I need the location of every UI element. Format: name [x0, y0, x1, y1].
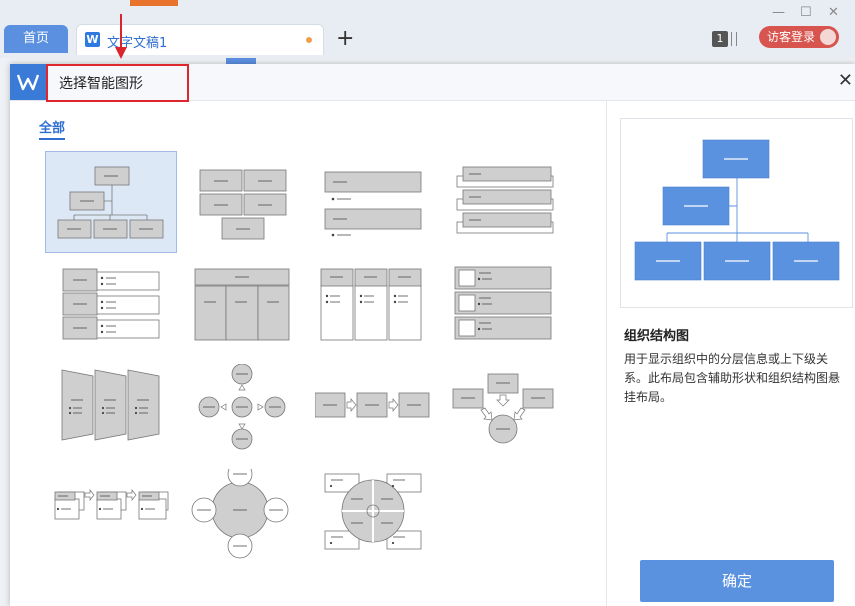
browser-tab-bar: 首页 W 文字文稿1 + 1 访客登录 — ☐ ✕ — [0, 0, 855, 58]
smartart-stacked-process[interactable] — [45, 469, 177, 571]
app-edge-decoration — [130, 0, 178, 6]
login-button[interactable]: 访客登录 — [759, 26, 839, 48]
category-all-tab[interactable]: 全部 — [39, 117, 66, 140]
preview-description: 用于显示组织中的分层信息或上下级关系。此布局包含辅助形状和组织结构图悬挂布局。 — [624, 352, 841, 404]
unsaved-dot-icon — [306, 37, 312, 43]
new-tab-button[interactable]: + — [336, 24, 354, 54]
smartart-table-hierarchy[interactable] — [185, 259, 317, 361]
smartart-grid-blocks[interactable] — [185, 151, 317, 253]
smartart-radial-arrows[interactable] — [185, 363, 317, 466]
avatar-icon — [820, 29, 836, 45]
smartart-vertical-bullet-list[interactable] — [315, 151, 447, 253]
preview-title: 组织结构图 — [624, 329, 690, 344]
smartart-converging-arrows[interactable] — [445, 364, 577, 466]
page-count-badge[interactable]: 1 — [712, 31, 728, 47]
tab-document[interactable]: W 文字文稿1 — [76, 24, 324, 55]
smartart-picture-list[interactable] — [445, 259, 577, 361]
preview-panel — [620, 118, 853, 308]
minimize-button[interactable]: — — [772, 6, 785, 20]
smartart-org-chart[interactable] — [45, 151, 177, 253]
annotation-highlight-box — [46, 64, 189, 102]
smartart-stacked-list[interactable] — [445, 151, 577, 253]
ok-button[interactable]: 确定 — [640, 560, 834, 602]
wps-logo-icon — [10, 64, 46, 100]
annotation-arrow-line — [120, 14, 122, 50]
maximize-button[interactable]: ☐ — [800, 6, 812, 20]
bars-icon[interactable] — [731, 32, 737, 46]
smartart-vertical-box-list[interactable] — [315, 259, 447, 361]
tab-home[interactable]: 首页 — [4, 25, 68, 53]
smartart-dialog: 选择智能图形 ✕ 全部 组织结构图 用于显示组织中的分层信息或上下级关系。此布局… — [10, 64, 855, 606]
smartart-radial-cluster[interactable] — [185, 461, 317, 571]
annotation-arrow-icon — [115, 47, 127, 59]
smartart-cycle-matrix[interactable] — [315, 469, 447, 571]
login-label: 访客登录 — [767, 30, 816, 44]
smartart-process-flow[interactable] — [314, 364, 447, 466]
smartart-horizontal-bullet-list[interactable] — [45, 259, 177, 361]
dialog-close-button[interactable]: ✕ — [838, 70, 853, 91]
writer-icon: W — [85, 32, 100, 47]
window-close-button[interactable]: ✕ — [828, 6, 839, 20]
smartart-trapezoid-list[interactable] — [45, 364, 177, 466]
panel-divider — [606, 100, 607, 606]
